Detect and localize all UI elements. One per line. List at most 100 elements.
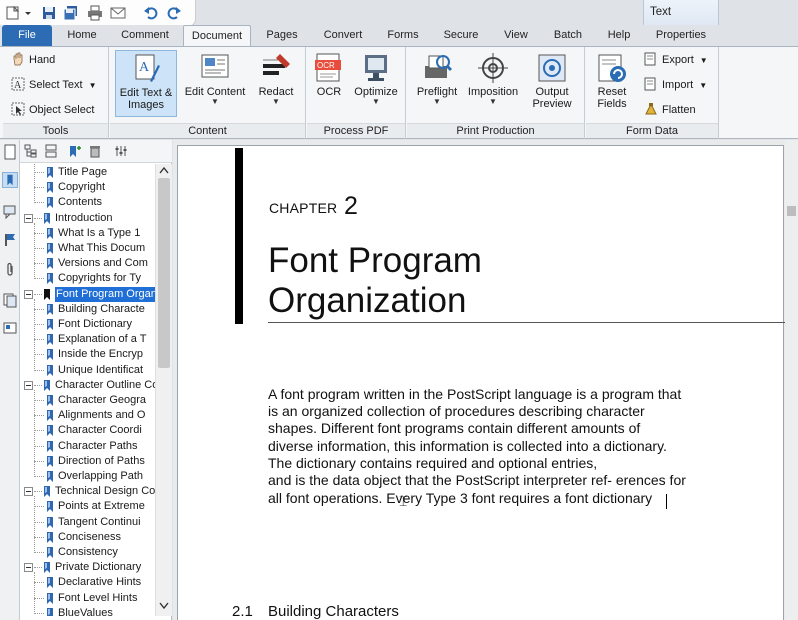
bookmark-item[interactable]: Font Dictionary [20, 317, 155, 332]
tab-document[interactable]: Document [183, 25, 251, 47]
edit-content-button[interactable]: Edit Content ▼ [182, 50, 248, 117]
collapse-toggle-icon[interactable] [24, 487, 33, 497]
collapse-all-icon[interactable] [44, 144, 58, 158]
app-menu-icon[interactable] [5, 5, 21, 21]
bookmark-item[interactable]: Copyright [20, 180, 155, 195]
import-button[interactable]: Import ▼ [644, 76, 707, 94]
bookmark-parent[interactable]: Character Outline Co [20, 378, 155, 393]
bookmark-item[interactable]: What Is a Type 1 [20, 226, 155, 241]
select-text-dropdown-icon[interactable]: ▼ [89, 81, 97, 90]
bookmark-parent[interactable]: Introduction [20, 211, 155, 226]
tab-home[interactable]: Home [60, 25, 104, 46]
collapse-toggle-icon[interactable] [24, 213, 33, 223]
tab-properties[interactable]: Properties [646, 25, 716, 46]
bookmark-item[interactable]: Character Coordi [20, 423, 155, 438]
optimize-dropdown-icon[interactable]: ▼ [351, 98, 401, 106]
bookmarks-panel-icon[interactable] [2, 172, 18, 188]
redact-button[interactable]: Redact ▼ [252, 50, 300, 117]
preflight-dropdown-icon[interactable]: ▼ [411, 98, 463, 106]
dropdown-arrow-icon[interactable] [23, 5, 33, 21]
collapse-toggle-icon[interactable] [24, 289, 33, 299]
layers-panel-icon[interactable] [2, 292, 18, 308]
body-text-line[interactable]: A font program written in the PostScript… [268, 386, 681, 402]
bookmark-item[interactable]: Character Geogra [20, 393, 155, 408]
scroll-up-icon[interactable] [159, 166, 169, 174]
document-scrollbar[interactable] [785, 140, 798, 620]
chapter-number[interactable]: 2 [344, 192, 358, 221]
print-icon[interactable] [87, 5, 103, 21]
section-number[interactable]: 2.1 [232, 603, 253, 620]
tab-forms[interactable]: Forms [380, 25, 426, 46]
tab-view[interactable]: View [498, 25, 534, 46]
body-text-line[interactable]: is an organized collection of procedures… [268, 403, 645, 419]
bookmark-parent[interactable]: Technical Design Cons [20, 484, 155, 499]
import-dropdown-icon[interactable]: ▼ [699, 81, 707, 90]
document-page[interactable]: CHAPTER 2 Font Program Organization A fo… [177, 145, 785, 620]
bookmark-item[interactable]: Inside the Encryp [20, 347, 155, 362]
tab-help[interactable]: Help [600, 25, 638, 46]
select-text-button[interactable]: A Select Text ▼ [11, 76, 97, 94]
bookmark-item[interactable]: Explanation of a T [20, 332, 155, 347]
collapse-toggle-icon[interactable] [24, 380, 33, 390]
collapse-toggle-icon[interactable] [24, 563, 33, 573]
imposition-button[interactable]: Imposition ▼ [465, 50, 521, 117]
output-preview-button[interactable]: Output Preview [525, 50, 579, 117]
body-text-line[interactable]: diverse information, this information is… [268, 438, 667, 454]
flatten-button[interactable]: Flatten [644, 101, 696, 119]
hand-tool-button[interactable]: Hand [11, 51, 55, 69]
document-title-line-2[interactable]: Organization [268, 281, 466, 321]
redo-icon[interactable] [166, 5, 182, 21]
bookmark-item[interactable]: BlueValues [20, 606, 155, 616]
bookmark-item[interactable]: Versions and Com [20, 256, 155, 271]
bookmark-item[interactable]: Building Characte [20, 302, 155, 317]
document-title-line-1[interactable]: Font Program [268, 241, 482, 281]
tab-file[interactable]: File [2, 25, 52, 46]
undo-icon[interactable] [143, 5, 159, 21]
edit-content-dropdown-icon[interactable]: ▼ [182, 98, 248, 106]
preflight-button[interactable]: Preflight ▼ [411, 50, 463, 117]
attachments-panel-icon[interactable] [2, 262, 18, 278]
bookmark-item[interactable]: Points at Extreme [20, 499, 155, 514]
bookmark-scrollbar[interactable] [155, 164, 172, 616]
export-dropdown-icon[interactable]: ▼ [700, 56, 708, 65]
expand-all-icon[interactable] [24, 144, 38, 158]
save-all-icon[interactable] [63, 5, 79, 21]
tab-pages[interactable]: Pages [260, 25, 304, 46]
bookmark-item[interactable]: Font Level Hints [20, 591, 155, 606]
bookmark-parent[interactable]: Private Dictionary [20, 560, 155, 575]
reset-fields-button[interactable]: Reset Fields [590, 50, 634, 117]
bookmark-options-icon[interactable] [114, 144, 128, 158]
bookmark-parent[interactable]: Font Program Organiz [20, 286, 155, 302]
bookmark-item[interactable]: Character Paths [20, 439, 155, 454]
body-text-line[interactable]: The dictionary contains required and opt… [268, 455, 597, 471]
bookmark-item[interactable]: What This Docum [20, 241, 155, 256]
bookmark-item[interactable]: Consistency [20, 545, 155, 560]
export-button[interactable]: Export ▼ [644, 51, 708, 69]
tab-convert[interactable]: Convert [317, 25, 369, 46]
bookmark-item[interactable]: Direction of Paths [20, 454, 155, 469]
save-icon[interactable] [41, 5, 57, 21]
redact-dropdown-icon[interactable]: ▼ [252, 98, 300, 106]
bookmark-item[interactable]: Overlapping Path [20, 469, 155, 484]
bookmark-item[interactable]: Declarative Hints [20, 575, 155, 590]
tab-secure[interactable]: Secure [438, 25, 484, 46]
document-scrollbar-thumb[interactable] [787, 206, 796, 216]
add-bookmark-icon[interactable] [68, 144, 82, 158]
imposition-dropdown-icon[interactable]: ▼ [465, 98, 521, 106]
chapter-label[interactable]: CHAPTER [269, 200, 337, 216]
bookmark-item[interactable]: Contents [20, 195, 155, 210]
body-text-line[interactable]: all font operations. Every Type 3 font r… [268, 490, 652, 506]
signatures-panel-icon[interactable] [2, 232, 18, 248]
bookmark-item[interactable]: Conciseness [20, 530, 155, 545]
tab-batch[interactable]: Batch [546, 25, 590, 46]
edit-text-images-button[interactable]: A Edit Text & Images [115, 50, 177, 117]
body-text-line[interactable]: and is the data object that the PostScri… [268, 472, 686, 488]
body-text-line[interactable]: shapes. Different font programs contain … [268, 420, 640, 436]
object-select-button[interactable]: Object Select [11, 101, 94, 119]
bookmark-item[interactable]: Unique Identificat [20, 363, 155, 378]
page-thumbnails-icon[interactable] [2, 144, 18, 160]
section-title[interactable]: Building Characters [268, 603, 399, 620]
bookmark-item[interactable]: Title Page [20, 165, 155, 180]
scroll-down-icon[interactable] [159, 602, 169, 610]
bookmark-scrollbar-thumb[interactable] [158, 178, 170, 368]
